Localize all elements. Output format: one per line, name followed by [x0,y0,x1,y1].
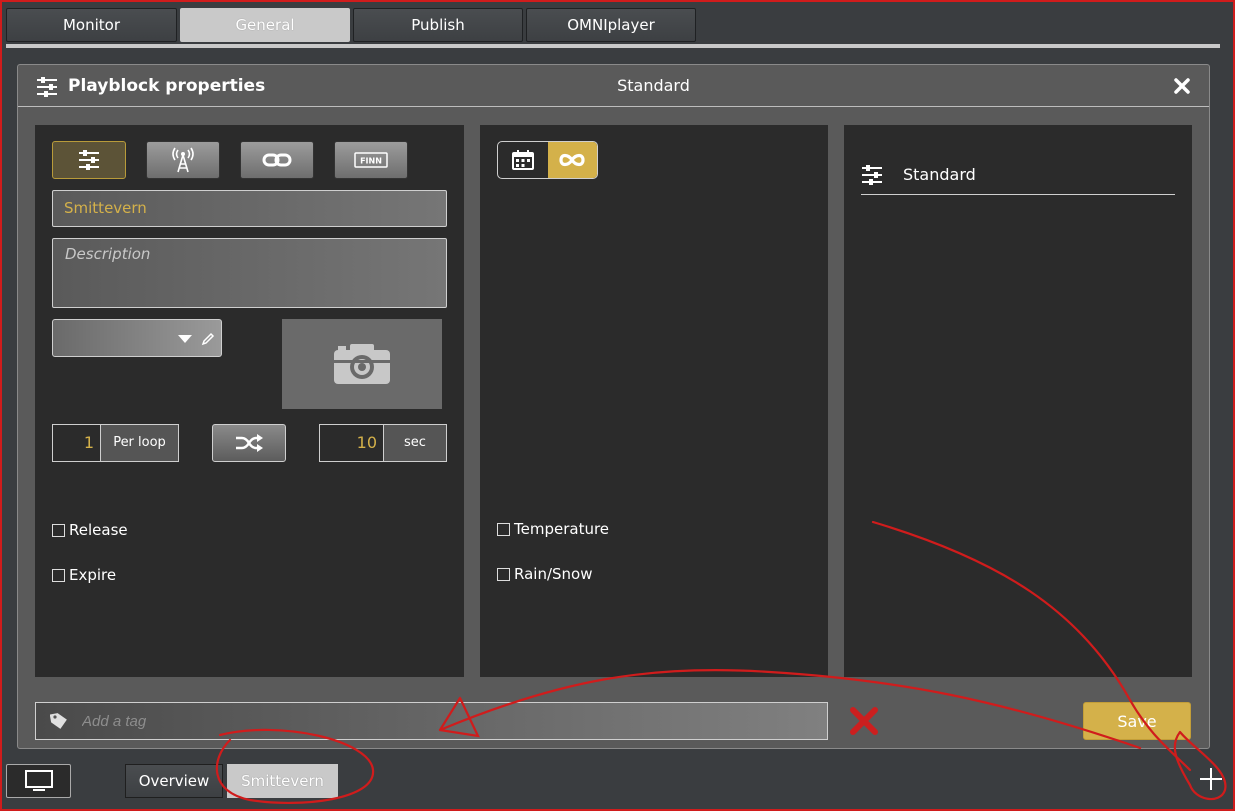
type-button-standard[interactable] [52,141,126,179]
cancel-button[interactable] [846,702,882,740]
description-field[interactable]: Description [52,238,447,308]
shuffle-icon [236,434,263,452]
tab-omniplayer[interactable]: OMNIplayer [526,8,696,42]
close-icon [850,707,878,735]
expire-checkbox[interactable]: Expire [52,566,116,584]
toggle-calendar[interactable] [498,142,548,178]
close-icon [1174,78,1190,94]
mode-row-standard[interactable]: Standard [861,155,1175,195]
expire-label: Expire [69,566,117,584]
properties-panel: FINN Smittevern Description 1 Per loop 1… [35,125,464,677]
mode-label: Standard [903,165,976,184]
playblock-properties-dialog: Playblock properties Standard FINN Smitt… [17,64,1210,749]
bottom-bar: Overview Smittevern [0,752,1235,811]
per-loop-stepper[interactable]: 1 Per loop [52,424,179,462]
tag-input[interactable] [82,712,827,730]
type-button-broadcast[interactable] [146,141,220,179]
toggle-infinite[interactable] [547,142,597,178]
duration-value[interactable]: 10 [320,425,384,461]
screen-button[interactable] [6,764,71,798]
shuffle-button[interactable] [212,424,286,462]
schedule-toggle[interactable] [497,141,598,179]
description-placeholder: Description [65,245,151,263]
plus-icon [1200,768,1222,790]
tag-icon [36,712,82,730]
add-playblock-button[interactable] [1197,764,1225,794]
name-field[interactable]: Smittevern [52,190,447,227]
category-select[interactable] [52,319,222,357]
type-button-finn[interactable]: FINN [334,141,408,179]
tab-publish[interactable]: Publish [353,8,523,42]
top-tab-bar: Monitor General Publish OMNIplayer [6,8,696,42]
tab-overview[interactable]: Overview [125,764,223,798]
link-icon [262,153,292,167]
type-button-link[interactable] [240,141,314,179]
finn-icon: FINN [354,152,388,168]
checkbox-box[interactable] [497,567,510,581]
checkbox-box[interactable] [497,522,510,536]
checkbox-box[interactable] [52,523,65,537]
close-button[interactable] [1171,76,1193,98]
antenna-icon [172,147,194,173]
checkbox-box[interactable] [52,568,65,582]
infinity-icon [559,153,585,167]
tab-smittevern[interactable]: Smittevern [227,764,338,798]
tag-bar[interactable] [35,702,828,740]
release-checkbox[interactable]: Release [52,521,128,539]
monitor-icon [24,770,53,791]
rain-snow-checkbox[interactable]: Rain/Snow [497,565,593,583]
temperature-checkbox[interactable]: Temperature [497,520,609,538]
image-placeholder[interactable] [282,319,442,409]
dialog-header: Playblock properties Standard [18,65,1209,107]
save-button[interactable]: Save [1083,702,1191,740]
per-loop-unit: Per loop [101,425,178,461]
chevron-down-icon [178,335,192,343]
calendar-icon [511,150,534,170]
schedule-panel: Temperature Rain/Snow [480,125,828,677]
pencil-icon[interactable] [201,332,215,346]
svg-text:FINN: FINN [360,157,382,166]
tab-general[interactable]: General [180,8,350,42]
sliders-icon [862,164,882,185]
tabs-divider [6,44,1220,48]
dialog-mode-label: Standard [617,76,690,95]
per-loop-value[interactable]: 1 [53,425,101,461]
duration-stepper[interactable]: 10 sec [319,424,447,462]
camera-icon [334,344,390,384]
release-label: Release [69,521,128,539]
tab-monitor[interactable]: Monitor [6,8,177,42]
sliders-icon [79,150,99,170]
temperature-label: Temperature [514,520,610,538]
duration-unit: sec [384,425,446,461]
rain-snow-label: Rain/Snow [514,565,593,583]
mode-panel: Standard [844,125,1192,677]
